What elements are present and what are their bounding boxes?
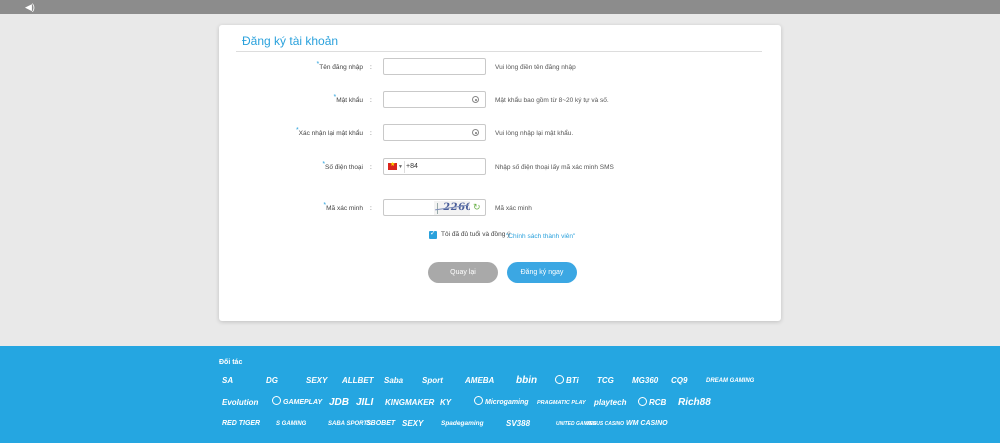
agree-checkbox[interactable] — [429, 229, 437, 239]
username-row: *Tên đăng nhập : Vui lòng điền tên đăng … — [219, 58, 781, 78]
refresh-icon[interactable]: ↻ — [473, 202, 481, 213]
confirm-password-label: *Xác nhận lại mật khẩu — [295, 127, 363, 137]
partner-logo[interactable]: MG360 — [632, 373, 658, 389]
phone-input[interactable]: ▼ +84 — [383, 158, 486, 175]
password-hint: Mật khẩu bao gồm từ 8~20 ký tự và số. — [495, 97, 609, 104]
partner-logo[interactable]: KY — [440, 395, 451, 411]
partner-logo[interactable]: GAMEPLAY — [272, 395, 322, 411]
captcha-image[interactable]: 2260 — [434, 201, 470, 215]
footer: Đối tác SA DG SEXY ALLBET Saba Sport AME… — [0, 346, 1000, 443]
username-input[interactable] — [383, 58, 486, 75]
country-code: +84 — [406, 163, 418, 170]
partner-logo[interactable]: AMEBA — [465, 373, 494, 389]
speaker-icon[interactable]: ◀) — [25, 2, 35, 12]
partner-logo[interactable]: ALLBET — [342, 373, 374, 389]
partner-logo[interactable]: KINGMAKER — [385, 395, 434, 411]
partner-logo[interactable]: playtech — [594, 395, 626, 411]
password-label: *Mật khẩu — [333, 94, 363, 104]
eye-icon[interactable] — [472, 129, 479, 136]
partner-logo[interactable]: PRAGMATIC PLAY — [537, 395, 586, 411]
partner-logo[interactable]: BTi — [555, 373, 579, 389]
member-policy-link[interactable]: "Chính sách thành viên" — [506, 233, 575, 240]
confirm-password-input[interactable] — [383, 124, 486, 141]
back-button[interactable]: Quay lại — [428, 262, 498, 283]
partner-logo[interactable]: DREAM GAMING — [706, 373, 754, 389]
captcha-label: *Mã xác minh — [323, 202, 363, 212]
register-button[interactable]: Đăng ký ngay — [507, 262, 577, 283]
username-hint: Vui lòng điền tên đăng nhập — [495, 64, 576, 71]
partner-logo[interactable]: RCB — [638, 395, 666, 411]
vietnam-flag-icon[interactable] — [388, 161, 397, 170]
partner-logo[interactable]: Sport — [422, 373, 443, 389]
username-label: *Tên đăng nhập — [316, 61, 363, 71]
partner-logo[interactable]: Evolution — [222, 395, 258, 411]
partner-logo[interactable]: SA — [222, 373, 233, 389]
partner-logo[interactable]: DG — [266, 373, 278, 389]
partner-logo[interactable]: WM CASINO — [626, 416, 668, 432]
partner-logo[interactable]: SEXY — [306, 373, 327, 389]
eye-icon[interactable] — [472, 96, 479, 103]
partner-logo[interactable]: SABA SPORTS — [328, 416, 371, 432]
title-divider — [236, 51, 762, 52]
captcha-hint: Mã xác minh — [495, 205, 532, 212]
partner-logo[interactable]: JILI — [356, 395, 373, 411]
phone-label: *Số điện thoại — [322, 161, 363, 171]
partner-logo[interactable]: Spadegaming — [441, 416, 484, 432]
partner-logo[interactable]: TCG — [597, 373, 614, 389]
partner-logo[interactable]: SV388 — [506, 416, 530, 432]
partner-logo[interactable]: CQ9 — [671, 373, 687, 389]
confirm-password-row: *Xác nhận lại mật khẩu : Vui lòng nhập l… — [219, 124, 781, 144]
partner-logo[interactable]: RED TIGER — [222, 416, 260, 432]
partner-logo[interactable]: Microgaming — [474, 395, 529, 411]
register-form-card: Đăng ký tài khoản *Tên đăng nhập : Vui l… — [219, 25, 781, 321]
partner-logo[interactable]: S GAMING — [276, 416, 306, 432]
partner-logo[interactable]: Rich88 — [678, 395, 711, 411]
phone-row: *Số điện thoại : ▼ +84 Nhập số điện thoạ… — [219, 158, 781, 178]
partners-title: Đối tác — [219, 359, 243, 366]
partner-logo[interactable]: JDB — [329, 395, 349, 411]
confirm-password-hint: Vui lòng nhập lại mật khẩu. — [495, 130, 574, 137]
caret-down-icon[interactable]: ▼ — [398, 165, 403, 170]
captcha-input[interactable]: 2260 ↻ — [383, 199, 486, 216]
top-bar: ◀) — [0, 0, 1000, 14]
password-row: *Mật khẩu : Mật khẩu bao gồm từ 8~20 ký … — [219, 91, 781, 111]
agree-text: Tôi đã đủ tuổi và đồng ý — [441, 231, 511, 238]
partner-logo[interactable]: SBOBET — [366, 416, 395, 432]
partner-logo[interactable]: bbin — [516, 373, 537, 389]
password-input[interactable] — [383, 91, 486, 108]
partner-logo[interactable]: VENUS CASINO — [586, 416, 624, 432]
captcha-row: *Mã xác minh : 2260 ↻ Mã xác minh — [219, 199, 781, 219]
phone-hint: Nhập số điện thoại lấy mã xác minh SMS — [495, 164, 614, 171]
partner-logo[interactable]: Saba — [384, 373, 403, 389]
form-title: Đăng ký tài khoản — [242, 34, 339, 48]
partner-logo[interactable]: SEXY — [402, 416, 423, 432]
